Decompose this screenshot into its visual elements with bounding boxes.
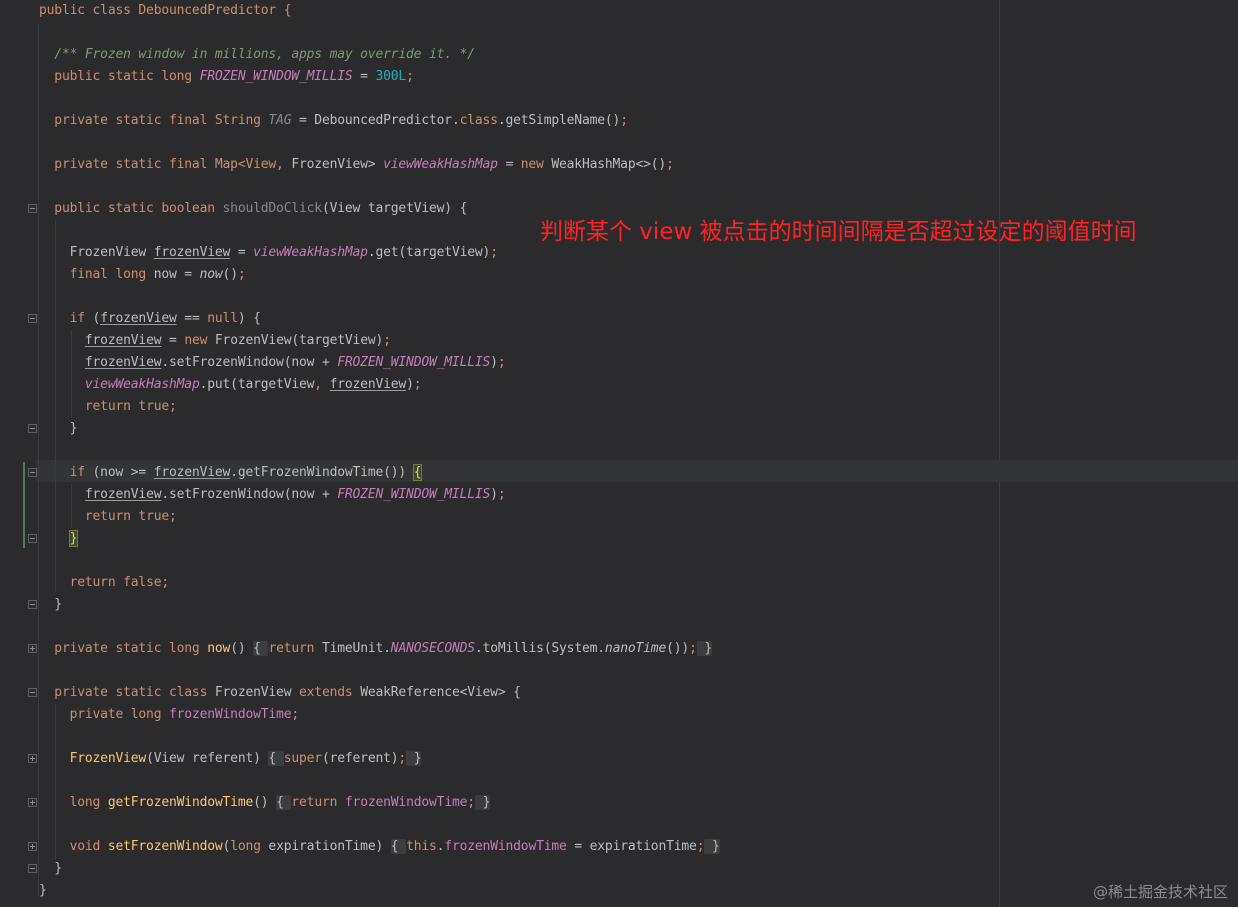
code-line[interactable]: private long frozenWindowTime; — [39, 704, 300, 726]
fold-collapse-icon[interactable] — [28, 204, 37, 213]
matched-brace: { — [412, 464, 423, 481]
code-line[interactable]: long getFrozenWindowTime() { return froz… — [39, 792, 490, 814]
fold-collapse-icon[interactable] — [28, 534, 37, 543]
annotation-text: 判断某个 view 被点击的时间间隔是否超过设定的阈值时间 — [540, 219, 1137, 245]
code-line[interactable]: final long now = now(); — [39, 264, 246, 286]
fold-expand-icon[interactable] — [28, 798, 37, 807]
code-line[interactable]: public class DebouncedPredictor { — [39, 0, 292, 22]
fold-expand-icon[interactable] — [28, 754, 37, 763]
code-line[interactable]: frozenView.setFrozenWindow(now + FROZEN_… — [39, 484, 506, 506]
code-line[interactable]: if (frozenView == null) { — [39, 308, 261, 330]
fold-expand-icon[interactable] — [28, 842, 37, 851]
code-line[interactable]: private static final Map<View, FrozenVie… — [39, 154, 674, 176]
code-line[interactable]: return true; — [39, 396, 177, 418]
code-line[interactable]: } — [39, 594, 62, 616]
code-line[interactable]: FrozenView(View referent) { super(refere… — [39, 748, 422, 770]
fold-collapse-icon[interactable] — [28, 468, 37, 477]
code-line[interactable]: frozenView = new FrozenView(targetView); — [39, 330, 391, 352]
code-line[interactable]: private static final String TAG = Deboun… — [39, 110, 628, 132]
fold-collapse-icon[interactable] — [28, 600, 37, 609]
code-editor[interactable]: public class DebouncedPredictor { /** Fr… — [0, 0, 1238, 907]
code-line[interactable]: public static boolean shouldDoClick(View… — [39, 198, 467, 220]
matched-brace: } — [68, 530, 79, 547]
fold-collapse-icon[interactable] — [28, 864, 37, 873]
watermark: @稀土掘金技术社区 — [1092, 883, 1228, 901]
code-line[interactable]: void setFrozenWindow(long expirationTime… — [39, 836, 720, 858]
code-line[interactable]: return false; — [39, 572, 170, 594]
code-line[interactable]: FrozenView frozenView = viewWeakHashMap.… — [39, 242, 498, 264]
fold-collapse-icon[interactable] — [28, 314, 37, 323]
code-line[interactable]: } — [39, 528, 79, 550]
fold-collapse-icon[interactable] — [28, 424, 37, 433]
code-line[interactable]: } — [39, 880, 47, 902]
code-line[interactable]: /** Frozen window in millions, apps may … — [39, 44, 475, 66]
code-line[interactable]: } — [39, 418, 78, 440]
right-margin-guide — [999, 0, 1000, 907]
code-line[interactable]: } — [39, 858, 62, 880]
code-line[interactable]: viewWeakHashMap.put(targetView, frozenVi… — [39, 374, 422, 396]
code-line[interactable]: public static long FROZEN_WINDOW_MILLIS … — [39, 66, 414, 88]
code-line[interactable]: if (now >= frozenView.getFrozenWindowTim… — [39, 462, 423, 484]
code-line[interactable]: return true; — [39, 506, 177, 528]
vcs-change-marker[interactable] — [23, 462, 25, 548]
code-line[interactable]: private static class FrozenView extends … — [39, 682, 521, 704]
gutter — [0, 0, 36, 907]
fold-expand-icon[interactable] — [28, 644, 37, 653]
fold-collapse-icon[interactable] — [28, 688, 37, 697]
code-line[interactable]: frozenView.setFrozenWindow(now + FROZEN_… — [39, 352, 506, 374]
code-line[interactable]: private static long now() { return TimeU… — [39, 638, 712, 660]
